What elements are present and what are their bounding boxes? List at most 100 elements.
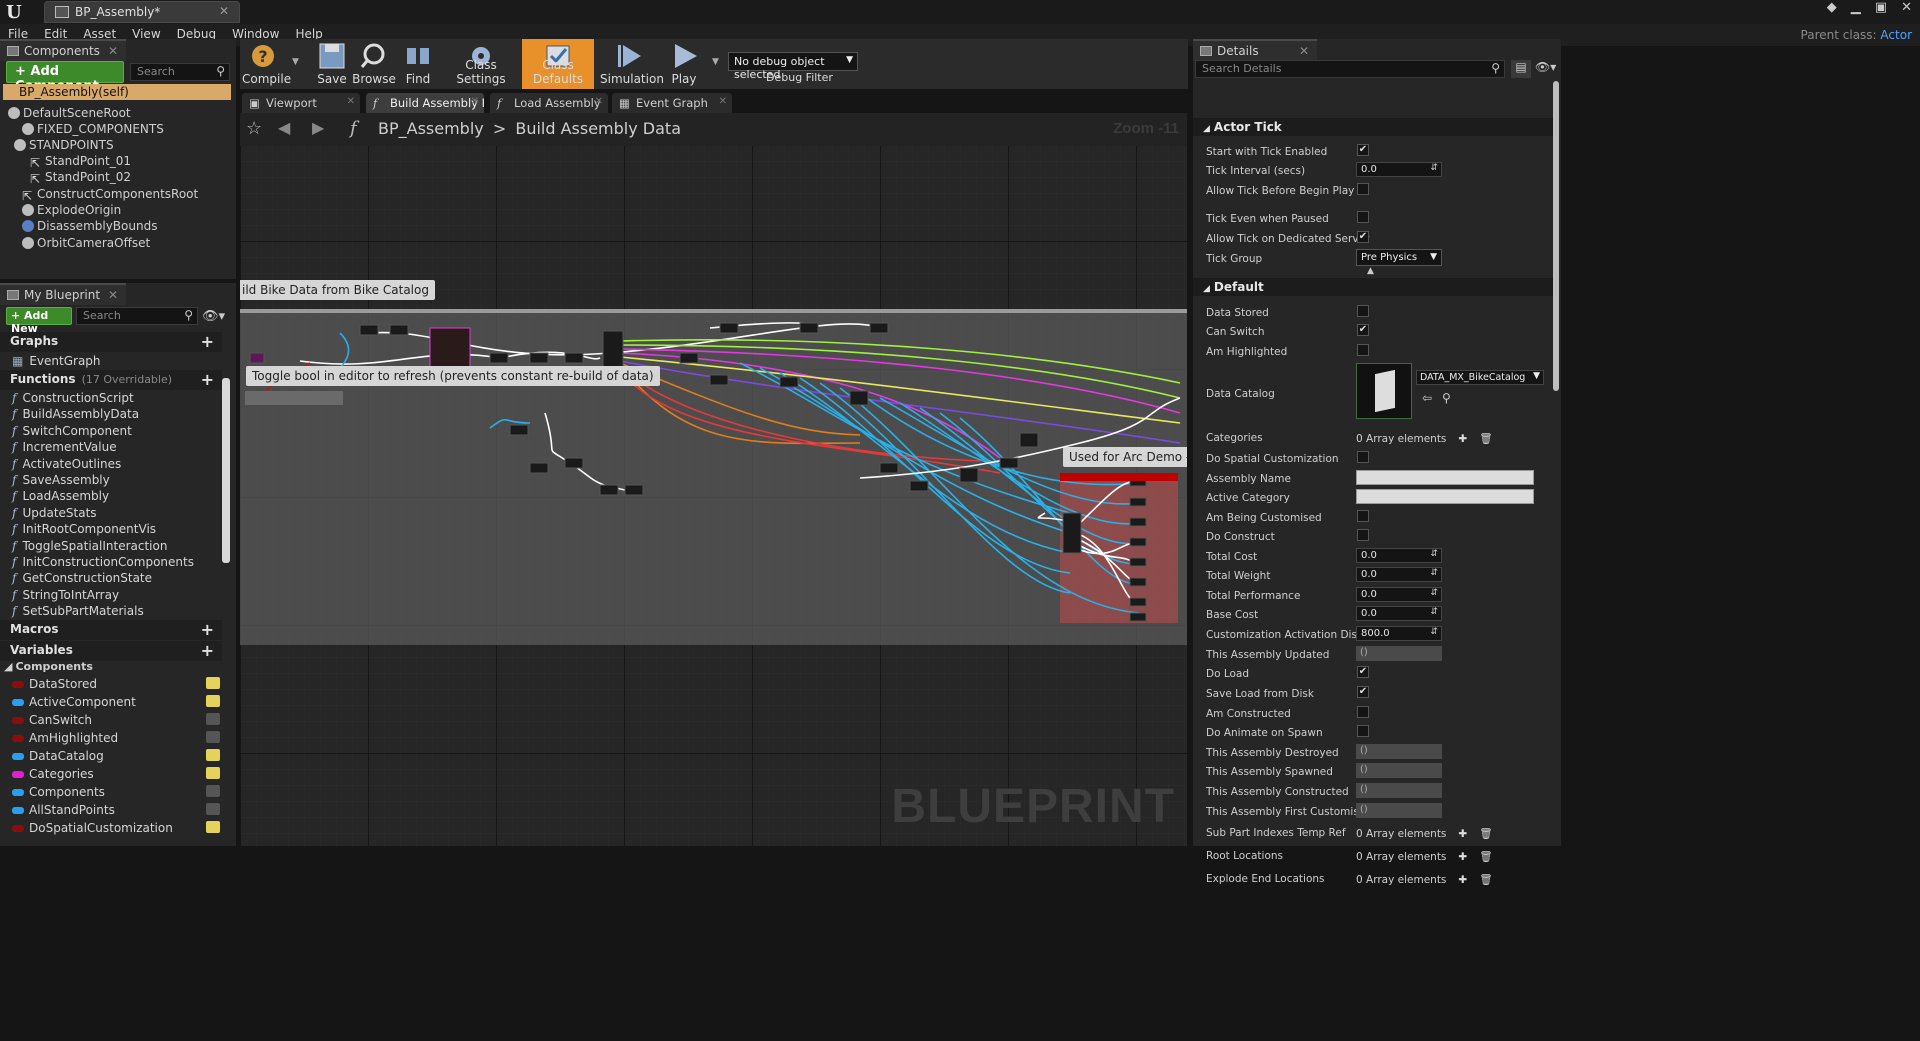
parent-class-link[interactable]: Actor [1880,28,1912,42]
component-tree-item[interactable]: STANDPOINTS [14,138,114,152]
function-item[interactable]: f ConstructionScript [12,391,134,405]
play-button[interactable]: Play [664,39,704,89]
component-tree-item[interactable]: ⇱ StandPoint_02 [30,170,131,186]
add-element-icon[interactable]: ✚ [1458,433,1467,445]
property-checkbox[interactable] [1357,211,1369,223]
visibility-eye-icon[interactable] [206,767,220,779]
variable-item[interactable]: CanSwitch [12,713,222,727]
function-item[interactable]: f GetConstructionState [12,571,152,585]
graph-tab[interactable]: ▦ Event Graph ✕ [612,93,732,113]
variable-item[interactable]: DataStored [12,677,222,691]
component-tree-item[interactable]: OrbitCameraOffset [22,236,150,250]
number-field[interactable]: 0.0 ⇵ [1356,587,1442,602]
self-component[interactable]: BP_Assembly(self) [3,84,231,100]
compile-options-icon[interactable]: ▼ [292,57,299,67]
asset-picker[interactable]: DATA_MX_BikeCatalog ▼ ⇦ ⚲ [1356,363,1546,419]
trash-icon[interactable]: 🗑 [1479,828,1492,840]
close-icon[interactable]: ✕ [347,96,355,107]
property-checkbox[interactable] [1357,344,1369,356]
graph-tab[interactable]: ▣ Viewport ✕ [242,93,360,113]
function-item[interactable]: f LoadAssembly [12,489,109,503]
minimize-icon[interactable]: ▁ [1851,0,1861,15]
close-icon[interactable]: ✕ [219,4,229,18]
trash-icon[interactable]: 🗑 [1479,851,1492,863]
number-field[interactable]: 0.0 ⇵ [1356,162,1442,177]
spin-arrows-icon[interactable]: ⇵ [1430,627,1438,637]
visibility-eye-icon[interactable] [206,785,220,797]
components-tab[interactable]: Components ✕ [0,39,126,61]
spin-arrows-icon[interactable]: ⇵ [1430,568,1438,578]
macros-section[interactable]: Macros + [0,620,222,640]
graph-tab[interactable]: fBuild Assembly Da✕ [366,93,484,113]
variable-item[interactable]: DataCatalog [12,749,222,763]
component-tree-item[interactable]: DefaultSceneRoot [8,106,131,120]
add-icon[interactable]: + [201,370,214,389]
function-item[interactable]: f SaveAssembly [12,473,110,487]
scrollbar-thumb[interactable] [222,378,230,563]
close-icon[interactable]: ✕ [1299,44,1309,58]
play-options-icon[interactable]: ▼ [712,57,719,67]
spin-arrows-icon[interactable]: ⇵ [1430,163,1438,173]
property-checkbox[interactable]: ✔ [1357,231,1369,243]
property-checkbox[interactable] [1357,529,1369,541]
component-tree-item[interactable]: ⇱ ConstructComponentsRoot [22,187,198,203]
function-item[interactable]: f InitRootComponentVis [12,522,156,536]
find-button[interactable]: Find [398,39,438,89]
view-options-icon[interactable]: 👁▾ [1535,60,1556,74]
functions-section[interactable]: Functions (17 Overridable) + [0,370,222,390]
reroute-node[interactable] [245,391,343,405]
forward-arrow-icon[interactable]: ▶ [312,118,324,137]
number-field[interactable]: 800.0 ⇵ [1356,626,1442,641]
function-item[interactable]: f ActivateOutlines [12,457,121,471]
comment-header-red[interactable] [1060,473,1178,481]
view-options-icon[interactable]: 👁▾ [202,309,225,324]
spin-arrows-icon[interactable]: ⇵ [1430,607,1438,617]
class-settings-button[interactable]: Class Settings [444,39,518,89]
close-icon[interactable]: ✕ [595,96,603,107]
spin-arrows-icon[interactable]: ⇵ [1430,549,1438,559]
actor-tick-category[interactable]: ◢ Actor Tick [1193,118,1553,136]
comment-title-bike-data[interactable]: ild Bike Data from Bike Catalog [240,280,435,300]
visibility-eye-icon[interactable] [206,695,220,707]
my-blueprint-tab[interactable]: My Blueprint ✕ [0,283,126,305]
breadcrumb-current[interactable]: Build Assembly Data [515,119,681,138]
comment-title-arc-demo[interactable]: Used for Arc Demo - may [1063,447,1187,467]
add-element-icon[interactable]: ✚ [1458,874,1467,886]
use-selected-arrow-icon[interactable]: ⇦ [1422,391,1432,405]
details-search-input[interactable]: Search Details ⚲ [1195,60,1505,78]
document-tab[interactable]: BP_Assembly* ✕ [44,1,240,23]
components-search-input[interactable]: Search ⚲ [130,63,230,81]
close-icon[interactable]: ✕ [471,96,479,107]
add-icon[interactable]: + [201,641,214,660]
asset-thumbnail[interactable] [1356,363,1412,419]
comment-title-toggle[interactable]: Toggle bool in editor to refresh (preven… [246,366,660,386]
component-tree-item[interactable]: ⇱ StandPoint_01 [30,154,131,170]
function-item[interactable]: f IncrementValue [12,440,117,454]
function-item[interactable]: f InitConstructionComponents [12,555,194,569]
property-checkbox[interactable] [1357,305,1369,317]
function-item[interactable]: f UpdateStats [12,506,97,520]
component-tree-item[interactable]: FIXED_COMPONENTS [22,122,164,136]
number-field[interactable]: 0.0 ⇵ [1356,567,1442,582]
number-field[interactable]: 0.0 ⇵ [1356,548,1442,563]
variables-section[interactable]: Variables + [0,641,222,661]
browse-button[interactable]: Browse [352,39,396,89]
property-checkbox[interactable] [1357,725,1369,737]
event-graph-item[interactable]: ▦ EventGraph [12,354,101,368]
default-category[interactable]: ◢ Default [1193,278,1553,296]
property-checkbox[interactable] [1357,451,1369,463]
add-icon[interactable]: + [201,620,214,639]
function-item[interactable]: f SwitchComponent [12,424,132,438]
graph-canvas[interactable] [240,113,1187,846]
visibility-eye-icon[interactable] [206,713,220,725]
function-item[interactable]: f BuildAssemblyData [12,407,139,421]
property-matrix-icon[interactable]: ▤ [1511,60,1531,78]
component-tree-item[interactable]: ExplodeOrigin [22,203,121,217]
breadcrumb-root[interactable]: BP_Assembly [378,119,484,138]
asset-combo[interactable]: DATA_MX_BikeCatalog ▼ [1416,370,1544,385]
variable-item[interactable]: Components [12,785,222,799]
variable-item[interactable]: AmHighlighted [12,731,222,745]
close-icon[interactable]: ✕ [108,288,118,302]
add-new-button[interactable]: + Add New [6,307,72,335]
visibility-eye-icon[interactable] [206,803,220,815]
